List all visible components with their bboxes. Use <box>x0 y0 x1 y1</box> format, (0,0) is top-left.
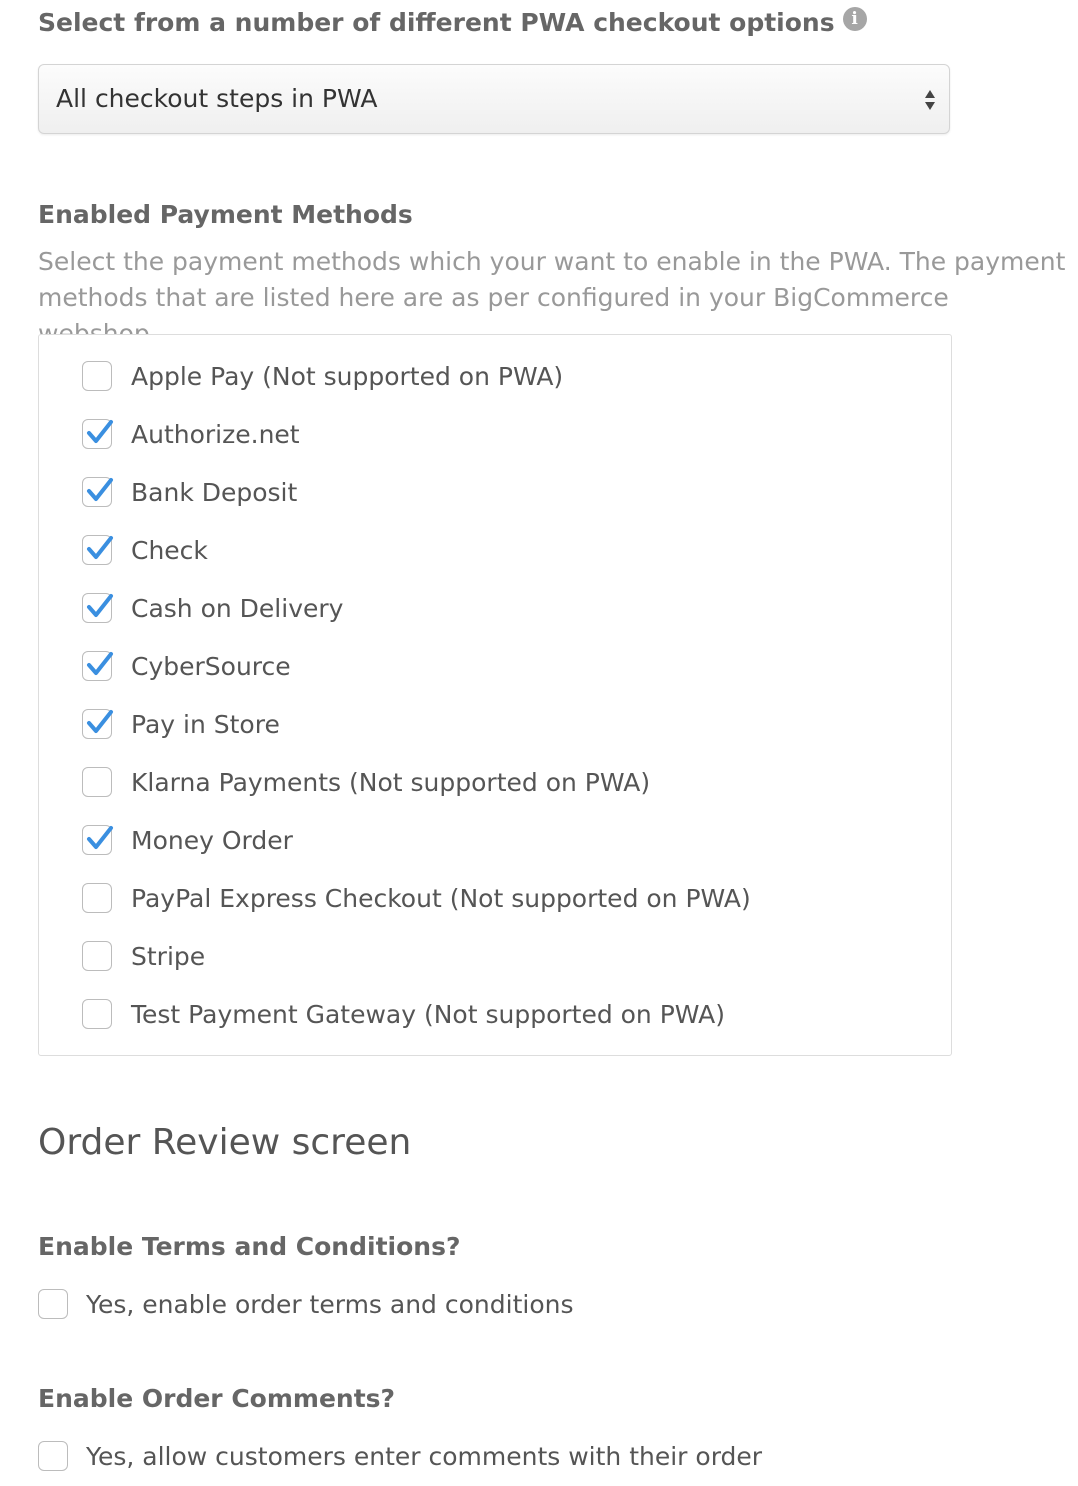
payment-method-item[interactable]: Stripe <box>39 937 939 977</box>
payment-method-label: CyberSource <box>131 652 291 681</box>
payment-method-label: Pay in Store <box>131 710 280 739</box>
payment-methods-list: Apple Pay (Not supported on PWA) Authoriz… <box>38 334 952 1056</box>
payment-method-item[interactable]: PayPal Express Checkout (Not supported o… <box>39 879 939 919</box>
payment-method-checkbox[interactable] <box>82 825 113 855</box>
payment-method-checkbox[interactable] <box>82 535 113 565</box>
payment-method-checkbox[interactable] <box>82 883 112 913</box>
checkout-options-select[interactable]: All checkout steps in PWA <box>38 64 950 134</box>
payment-method-checkbox[interactable] <box>82 767 112 797</box>
payment-method-label: Authorize.net <box>131 420 300 449</box>
payment-method-checkbox[interactable] <box>82 651 113 681</box>
payment-method-item[interactable]: Cash on Delivery <box>39 589 939 629</box>
payment-method-item[interactable]: Pay in Store <box>39 705 939 745</box>
payment-method-item[interactable]: Klarna Payments (Not supported on PWA) <box>39 763 939 803</box>
check-icon <box>87 594 113 617</box>
payment-methods-title: Enabled Payment Methods <box>38 200 413 229</box>
payment-method-item[interactable]: Apple Pay (Not supported on PWA) <box>39 357 939 397</box>
payment-method-item[interactable]: CyberSource <box>39 647 939 687</box>
payment-method-checkbox[interactable] <box>82 709 113 739</box>
check-icon <box>87 478 113 501</box>
payment-method-checkbox[interactable] <box>82 941 112 971</box>
payment-method-item[interactable]: Check <box>39 531 939 571</box>
payment-method-label: Cash on Delivery <box>131 594 344 623</box>
payment-method-checkbox[interactable] <box>82 361 112 391</box>
select-arrows-icon <box>925 90 935 110</box>
check-icon <box>87 652 113 675</box>
order-review-heading: Order Review screen <box>38 1122 412 1163</box>
payment-method-label: Money Order <box>131 826 293 855</box>
check-icon <box>87 420 113 443</box>
check-icon <box>87 826 113 849</box>
payment-method-checkbox[interactable] <box>82 593 113 623</box>
checkout-options-label-text: Select from a number of different PWA ch… <box>38 8 835 37</box>
payment-method-label: Check <box>131 536 208 565</box>
payment-method-item[interactable]: Test Payment Gateway (Not supported on P… <box>39 995 939 1035</box>
payment-method-checkbox[interactable] <box>82 477 113 507</box>
terms-option[interactable]: Yes, enable order terms and conditions <box>38 1285 938 1325</box>
comments-option-label: Yes, allow customers enter comments with… <box>86 1442 763 1471</box>
comments-checkbox[interactable] <box>38 1441 68 1471</box>
payment-method-item[interactable]: Money Order <box>39 821 939 861</box>
info-icon[interactable]: i <box>842 6 867 31</box>
payment-method-label: PayPal Express Checkout (Not supported o… <box>131 884 751 913</box>
check-icon <box>87 536 113 559</box>
payment-method-item[interactable]: Authorize.net <box>39 415 939 455</box>
checkout-options-selected-value: All checkout steps in PWA <box>56 84 378 113</box>
payment-method-checkbox[interactable] <box>82 419 113 449</box>
payment-method-checkbox[interactable] <box>82 999 112 1029</box>
terms-option-label: Yes, enable order terms and conditions <box>86 1290 574 1319</box>
terms-title: Enable Terms and Conditions? <box>38 1232 461 1261</box>
payment-method-item[interactable]: Bank Deposit <box>39 473 939 513</box>
payment-method-label: Klarna Payments (Not supported on PWA) <box>131 768 651 797</box>
pwa-checkout-settings-page: Select from a number of different PWA ch… <box>0 0 1078 1486</box>
checkout-options-label: Select from a number of different PWA ch… <box>38 6 867 37</box>
comments-option[interactable]: Yes, allow customers enter comments with… <box>38 1437 938 1477</box>
check-icon <box>87 710 113 733</box>
payment-method-label: Apple Pay (Not supported on PWA) <box>131 362 564 391</box>
payment-method-label: Test Payment Gateway (Not supported on P… <box>131 1000 726 1029</box>
payment-method-label: Stripe <box>131 942 206 971</box>
comments-title: Enable Order Comments? <box>38 1384 396 1413</box>
payment-method-label: Bank Deposit <box>131 478 298 507</box>
terms-checkbox[interactable] <box>38 1289 68 1319</box>
